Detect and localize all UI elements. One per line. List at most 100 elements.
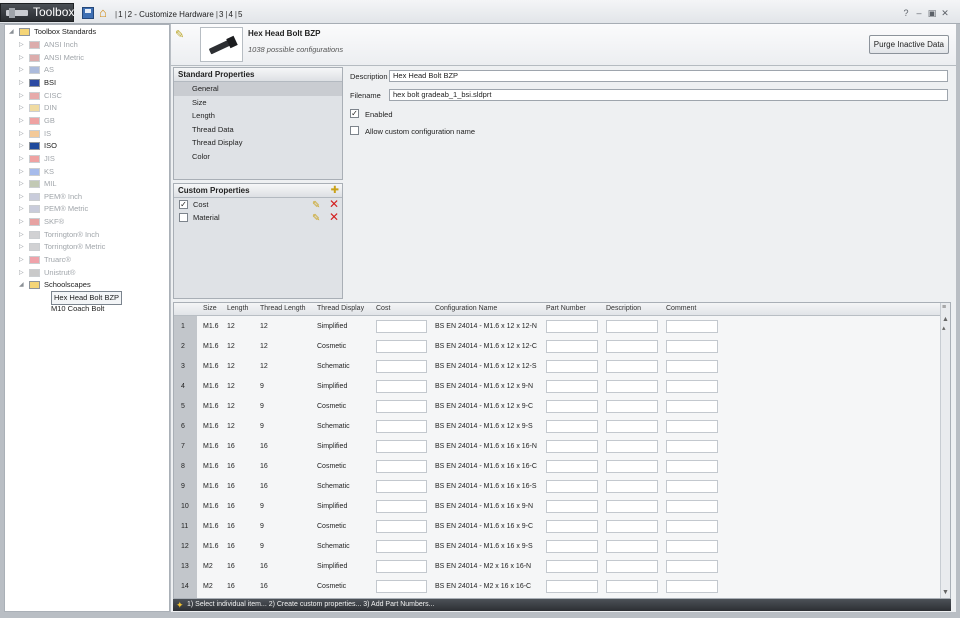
comment-input[interactable] [666, 540, 718, 553]
col-thread-display[interactable]: Thread Display [317, 305, 364, 312]
cost-input[interactable] [376, 500, 427, 513]
part-number-input[interactable] [546, 460, 598, 473]
table-row[interactable]: 3 M1.6 12 12 Schematic BS EN 24014 - M1.6 x 1… [174, 357, 950, 377]
std-prop-thread-data[interactable]: Thread Data [174, 123, 342, 137]
comment-input[interactable] [666, 440, 718, 453]
table-row[interactable]: 9 M1.6 16 16 Schematic BS EN 24014 - M1.6 x 1… [174, 477, 950, 497]
expand-arrow-icon[interactable]: ◢ [19, 279, 25, 291]
save-icon[interactable] [82, 7, 94, 19]
part-number-input[interactable] [546, 440, 598, 453]
collapse-arrow-icon[interactable]: ▷ [19, 241, 25, 253]
collapse-arrow-icon[interactable]: ▷ [19, 115, 25, 127]
close-icon[interactable]: ✕ [940, 8, 950, 18]
col-configuration-name[interactable]: Configuration Name [435, 305, 497, 312]
comment-input[interactable] [666, 580, 718, 593]
collapse-arrow-icon[interactable]: ▷ [19, 191, 25, 203]
collapse-arrow-icon[interactable]: ▷ [19, 64, 25, 76]
part-number-input[interactable] [546, 400, 598, 413]
description-input[interactable] [606, 580, 658, 593]
description-input[interactable] [606, 420, 658, 433]
col-size[interactable]: Size [203, 305, 217, 312]
cost-input[interactable] [376, 580, 427, 593]
allow-custom-name-checkbox[interactable] [350, 126, 359, 135]
description-input[interactable] [606, 380, 658, 393]
cost-input[interactable] [376, 320, 427, 333]
description-input[interactable] [606, 520, 658, 533]
part-number-input[interactable] [546, 340, 598, 353]
description-input[interactable] [606, 560, 658, 573]
part-number-input[interactable] [546, 320, 598, 333]
comment-input[interactable] [666, 400, 718, 413]
cost-input[interactable] [376, 360, 427, 373]
std-prop-thread-display[interactable]: Thread Display [174, 136, 342, 150]
collapse-arrow-icon[interactable]: ▷ [19, 77, 25, 89]
comment-input[interactable] [666, 420, 718, 433]
part-number-input[interactable] [546, 420, 598, 433]
collapse-arrow-icon[interactable]: ▷ [19, 216, 25, 228]
home-icon[interactable]: ⌂ [99, 6, 112, 19]
add-property-icon[interactable]: ✚ [331, 184, 339, 198]
vertical-scrollbar[interactable]: ≡ ▲ ▴ ▼ [940, 303, 950, 598]
collapse-arrow-icon[interactable]: ▷ [19, 166, 25, 178]
col-description[interactable]: Description [606, 305, 641, 312]
collapse-arrow-icon[interactable]: ▷ [19, 203, 25, 215]
comment-input[interactable] [666, 480, 718, 493]
cost-input[interactable] [376, 540, 427, 553]
description-input[interactable] [606, 500, 658, 513]
collapse-arrow-icon[interactable]: ▷ [19, 229, 25, 241]
part-number-input[interactable] [546, 380, 598, 393]
table-row[interactable]: 1 M1.6 12 12 Simplified BS EN 24014 - M1.6 x … [174, 317, 950, 337]
scroll-menu-icon[interactable]: ≡ [942, 304, 946, 311]
comment-input[interactable] [666, 560, 718, 573]
description-input[interactable] [606, 400, 658, 413]
help-icon[interactable]: ? [901, 8, 911, 18]
collapse-arrow-icon[interactable]: ▷ [19, 254, 25, 266]
col-thread-length[interactable]: Thread Length [260, 305, 306, 312]
delete-icon[interactable]: ✕ [329, 211, 339, 224]
comment-input[interactable] [666, 380, 718, 393]
cost-input[interactable] [376, 520, 427, 533]
purge-inactive-data-button[interactable]: Purge Inactive Data [868, 35, 949, 54]
part-number-input[interactable] [546, 580, 598, 593]
collapse-arrow-icon[interactable]: ▷ [19, 90, 25, 102]
description-input[interactable] [606, 340, 658, 353]
collapse-arrow-icon[interactable]: ▷ [19, 267, 25, 279]
cost-input[interactable] [376, 420, 427, 433]
cost-input[interactable] [376, 480, 427, 493]
std-prop-length[interactable]: Length [174, 109, 342, 123]
scroll-top-icon[interactable]: ▴ [942, 324, 946, 332]
comment-input[interactable] [666, 340, 718, 353]
table-row[interactable]: 4 M1.6 12 9 Simplified BS EN 24014 - M1.6 x 1… [174, 377, 950, 397]
part-number-input[interactable] [546, 360, 598, 373]
std-prop-color[interactable]: Color [174, 150, 342, 164]
cost-input[interactable] [376, 440, 427, 453]
cost-input[interactable] [376, 560, 427, 573]
step-5[interactable]: 5 [238, 10, 242, 19]
col-length[interactable]: Length [227, 305, 248, 312]
step-3[interactable]: 3 [219, 10, 223, 19]
comment-input[interactable] [666, 320, 718, 333]
table-row[interactable]: 11 M1.6 16 9 Cosmetic BS EN 24014 - M1.6 x 16… [174, 517, 950, 537]
collapse-arrow-icon[interactable]: ▷ [19, 52, 25, 64]
table-row[interactable]: 12 M1.6 16 9 Schematic BS EN 24014 - M1.6 x 1… [174, 537, 950, 557]
table-row[interactable]: 8 M1.6 16 16 Cosmetic BS EN 24014 - M1.6 x 16… [174, 457, 950, 477]
table-row[interactable]: 10 M1.6 16 9 Simplified BS EN 24014 - M1.6 x … [174, 497, 950, 517]
description-input[interactable] [606, 480, 658, 493]
part-number-input[interactable] [546, 480, 598, 493]
filename-field[interactable]: hex bolt gradeab_1_bsi.sldprt [389, 89, 948, 101]
table-row[interactable]: 5 M1.6 12 9 Cosmetic BS EN 24014 - M1.6 x 12 … [174, 397, 950, 417]
description-field[interactable]: Hex Head Bolt BZP [389, 70, 948, 82]
comment-input[interactable] [666, 360, 718, 373]
col-part-number[interactable]: Part Number [546, 305, 586, 312]
std-prop-size[interactable]: Size [174, 96, 342, 110]
step-4[interactable]: 4 [228, 10, 232, 19]
comment-input[interactable] [666, 460, 718, 473]
description-input[interactable] [606, 540, 658, 553]
std-prop-general[interactable]: General [174, 82, 342, 96]
step-1[interactable]: 1 [118, 10, 122, 19]
description-input[interactable] [606, 360, 658, 373]
part-number-input[interactable] [546, 520, 598, 533]
collapse-arrow-icon[interactable]: ▷ [19, 153, 25, 165]
table-row[interactable]: 6 M1.6 12 9 Schematic BS EN 24014 - M1.6 x 12… [174, 417, 950, 437]
description-input[interactable] [606, 440, 658, 453]
